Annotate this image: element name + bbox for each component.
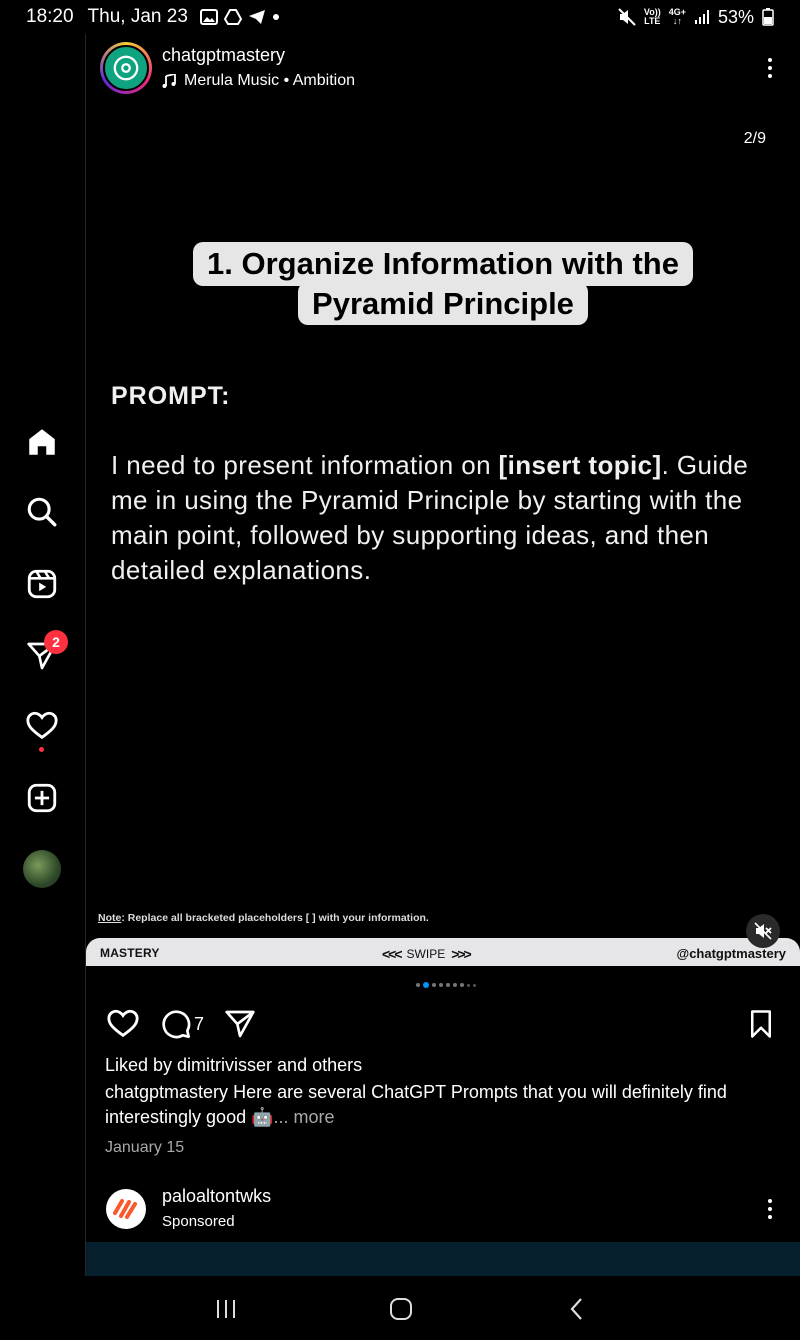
messages-badge: 2	[44, 630, 68, 654]
carousel-indicator	[416, 982, 476, 988]
home-circle-icon	[390, 1298, 412, 1320]
author-avatar[interactable]	[100, 42, 152, 94]
next-post-username[interactable]: paloaltontwks	[162, 1186, 271, 1207]
mute-icon	[618, 8, 636, 26]
battery-icon	[762, 8, 774, 26]
swipe-hint: <<< SWIPE >>>	[382, 946, 472, 962]
like-button[interactable]	[106, 1006, 140, 1042]
sponsored-label: Sponsored	[162, 1213, 235, 1230]
share-button[interactable]	[224, 1006, 256, 1042]
openai-logo-icon	[113, 55, 139, 81]
slide-counter: 2/9	[743, 130, 766, 147]
music-attribution[interactable]: Merula Music • Ambition	[162, 72, 355, 90]
clock: 18:20	[26, 6, 74, 27]
battery-percent: 53%	[717, 6, 754, 27]
create-button[interactable]	[22, 778, 62, 818]
network-indicator: 4G+ ↓↑	[668, 7, 686, 26]
paloalto-logo-icon	[113, 1199, 137, 1219]
post-header: chatgptmastery Merula Music • Ambition	[86, 34, 800, 102]
caption-more-link[interactable]: ... more	[274, 1107, 335, 1127]
prompt-label: PROMPT:	[111, 382, 231, 410]
speaker-muted-icon	[754, 922, 772, 940]
gallery-icon	[199, 9, 218, 25]
heart-outline-icon	[107, 1009, 139, 1038]
brand-handle: @chatgptmastery	[676, 946, 786, 961]
status-bar: 18:20 Thu, Jan 23 Vo)) LTE 4G+ ↓↑ 53%	[0, 0, 800, 34]
next-post-options-button[interactable]	[760, 1194, 780, 1224]
next-post-avatar[interactable]	[106, 1189, 146, 1229]
dot-icon	[272, 14, 279, 20]
music-label: Merula Music • Ambition	[184, 72, 355, 89]
next-post-media-preview[interactable]	[86, 1242, 800, 1276]
plus-square-icon	[27, 783, 57, 813]
post-media[interactable]: 2/9 1. Organize Information with the Pyr…	[86, 102, 800, 966]
comment-count: 7	[194, 1013, 205, 1034]
comment-button[interactable]: 7	[160, 1006, 204, 1042]
messages-button[interactable]: 2	[22, 630, 68, 676]
back-chevron-icon	[570, 1298, 582, 1320]
brand-label: MASTERY	[100, 946, 160, 960]
music-note-icon	[162, 74, 176, 88]
signal-icon	[694, 10, 709, 24]
search-button[interactable]	[22, 492, 62, 532]
post-date: January 15	[105, 1139, 185, 1156]
post-caption: chatgptmastery Here are several ChatGPT …	[105, 1082, 727, 1127]
home-icon	[29, 429, 55, 455]
search-icon	[27, 497, 57, 527]
activity-dot	[39, 747, 44, 752]
date: Thu, Jan 23	[87, 6, 188, 27]
share-icon	[225, 1010, 255, 1038]
system-nav-bar	[0, 1276, 800, 1340]
post-actions: 7	[86, 1006, 800, 1046]
comment-icon	[162, 1010, 191, 1039]
slide-title: 1. Organize Information with the Pyramid…	[86, 242, 800, 326]
audio-toggle-button[interactable]	[746, 914, 780, 948]
recents-button[interactable]	[212, 1296, 240, 1322]
slide-footer-band: MASTERY <<< SWIPE >>> @chatgptmastery	[86, 938, 800, 966]
drive-icon	[223, 9, 242, 25]
reels-icon	[27, 569, 57, 599]
prompt-text: I need to present information on [insert…	[111, 450, 749, 585]
bookmark-icon	[751, 1010, 771, 1038]
home-system-button[interactable]	[387, 1296, 415, 1322]
back-button[interactable]	[564, 1296, 588, 1322]
notification-icons	[199, 9, 280, 25]
heart-icon	[26, 711, 58, 740]
recents-icon	[217, 1300, 235, 1318]
profile-button[interactable]	[22, 849, 62, 889]
reels-button[interactable]	[22, 564, 62, 604]
activity-button[interactable]	[22, 706, 62, 752]
left-nav-rail: 2	[0, 34, 86, 1276]
likes-summary[interactable]: Liked by dimitrivisser and others	[105, 1055, 362, 1076]
profile-avatar	[23, 850, 61, 888]
save-button[interactable]	[746, 1006, 776, 1042]
home-button[interactable]	[22, 422, 62, 462]
telegram-icon	[248, 10, 265, 24]
slide-note: Note: Replace all bracketed placeholders…	[98, 912, 429, 924]
status-right: Vo)) LTE 4G+ ↓↑ 53%	[618, 7, 774, 28]
author-username[interactable]: chatgptmastery	[162, 45, 285, 66]
post-options-button[interactable]	[760, 53, 780, 83]
volte-indicator: Vo)) LTE	[643, 7, 661, 26]
caption-username[interactable]: chatgptmastery	[105, 1082, 228, 1102]
